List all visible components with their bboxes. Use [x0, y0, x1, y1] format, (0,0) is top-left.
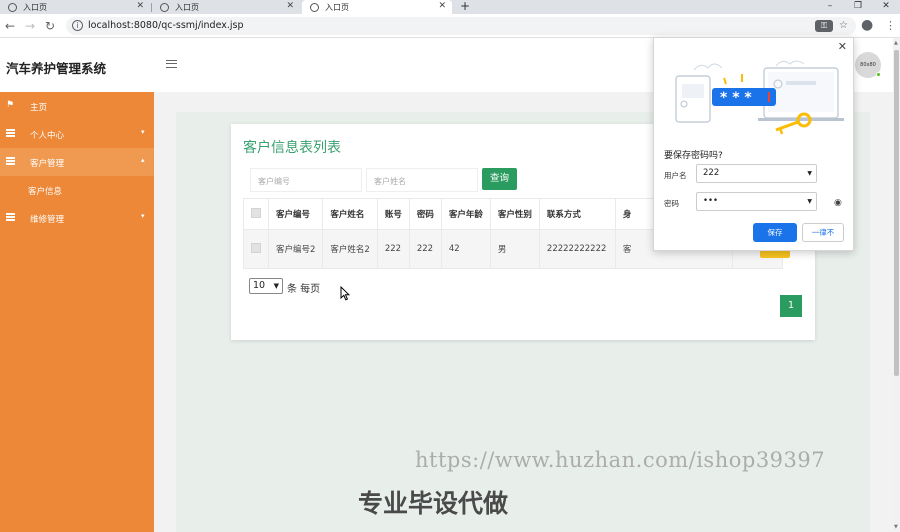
- password-dots: * * *: [720, 90, 752, 106]
- row-checkbox[interactable]: [251, 242, 261, 253]
- sidebar-item-label: 客户管理: [30, 159, 65, 169]
- url-text: localhost:8080/qc-ssmj/index.jsp: [88, 20, 244, 31]
- sidebar-item-label: 个人中心: [30, 131, 65, 141]
- table-cell: 222: [408, 229, 442, 269]
- browser-tab-active[interactable]: 入口页 ✕: [302, 0, 452, 14]
- scrollbar-thumb[interactable]: [894, 50, 899, 376]
- key-icon[interactable]: ⚿: [815, 20, 833, 32]
- chevron-up-icon: ▴: [141, 156, 145, 164]
- row-checkbox-cell[interactable]: [243, 229, 269, 269]
- site-title: 汽车养护管理系统: [6, 61, 107, 76]
- dialog-title: 要保存密码吗?: [664, 151, 723, 161]
- username-value: 222: [703, 168, 720, 178]
- scroll-down-icon[interactable]: ▼: [894, 524, 898, 530]
- browser-tab[interactable]: 入口页 ✕: [0, 0, 150, 14]
- page-size-value: 10: [253, 280, 266, 291]
- table-cell: 22222222222: [538, 229, 616, 269]
- sidebar: ⚑ 主页 个人中心 ▾ 客户管理 ▴ 客户信息 维修管理 ▾: [0, 92, 154, 532]
- browser-toolbar: ← → ↻ i localhost:8080/qc-ssmj/index.jsp…: [0, 14, 900, 38]
- globe-icon: [310, 2, 319, 12]
- address-bar[interactable]: i localhost:8080/qc-ssmj/index.jsp ⚿ ☆: [66, 17, 856, 35]
- page-number-button[interactable]: 1: [780, 295, 802, 317]
- table-cell: 男: [489, 229, 540, 269]
- chevron-down-icon: ▼: [807, 198, 812, 205]
- list-icon: [6, 213, 15, 224]
- column-header: 客户姓名: [322, 198, 378, 230]
- search-button[interactable]: 查询: [482, 168, 517, 190]
- globe-icon: [160, 2, 169, 12]
- chevron-down-icon: ▾: [141, 128, 145, 136]
- globe-icon: [8, 2, 17, 12]
- column-header: 客户性别: [489, 198, 540, 230]
- reload-icon[interactable]: ↻: [45, 18, 55, 34]
- table-cell: 222: [376, 229, 410, 269]
- close-tab-icon[interactable]: ✕: [438, 1, 446, 11]
- maximize-button[interactable]: ❐: [844, 0, 872, 14]
- new-tab-button[interactable]: +: [460, 0, 470, 13]
- profile-icon[interactable]: ●: [861, 17, 873, 33]
- password-field[interactable]: ••• ▼: [696, 192, 817, 211]
- column-header: 联系方式: [538, 198, 616, 230]
- column-header: 账号: [376, 198, 410, 230]
- username-field[interactable]: 222 ▼: [696, 164, 817, 183]
- sidebar-item-maintenance[interactable]: 维修管理 ▾: [0, 204, 154, 232]
- password-value: •••: [703, 196, 719, 206]
- flag-icon: ⚑: [6, 100, 15, 110]
- per-page-label: 条 每页: [287, 284, 321, 295]
- back-icon[interactable]: ←: [5, 18, 15, 34]
- watermark-text: https://www.huzhan.com/ishop39397: [415, 448, 826, 472]
- menu-kebab-icon[interactable]: ⋮: [885, 18, 896, 34]
- sidebar-item-label: 客户信息: [28, 187, 63, 197]
- tab-title: 入口页: [175, 2, 199, 12]
- column-header: 客户年龄: [440, 198, 491, 230]
- password-illustration: * * *: [675, 60, 844, 135]
- chevron-down-icon: ▼: [273, 282, 279, 290]
- close-tab-icon[interactable]: ✕: [286, 1, 294, 11]
- username-label: 用户名: [664, 171, 687, 180]
- table-cell: 客户编号2: [267, 229, 324, 269]
- sidebar-item-customers[interactable]: 客户管理 ▴: [0, 148, 154, 176]
- column-header: 密码: [408, 198, 442, 230]
- browser-tab-bar: 入口页 ✕ 入口页 ✕ 入口页 ✕ + – ❐ ✕: [0, 0, 900, 14]
- action-button[interactable]: [760, 250, 790, 258]
- page-title: 客户信息表列表: [243, 140, 341, 156]
- tab-title: 入口页: [325, 2, 349, 12]
- save-password-button[interactable]: 保存: [753, 223, 797, 242]
- close-window-button[interactable]: ✕: [872, 0, 900, 14]
- star-icon[interactable]: ☆: [839, 20, 848, 31]
- minimize-button[interactable]: –: [816, 0, 844, 14]
- select-all-checkbox-cell[interactable]: [243, 198, 269, 230]
- mouse-cursor-icon: [340, 286, 350, 301]
- scroll-up-icon[interactable]: ▲: [894, 40, 898, 46]
- info-icon[interactable]: i: [72, 20, 83, 31]
- close-tab-icon[interactable]: ✕: [136, 1, 144, 11]
- sidebar-item-home[interactable]: ⚑ 主页: [0, 92, 154, 120]
- browser-tab[interactable]: 入口页 ✕: [152, 0, 300, 14]
- customer-no-search-input[interactable]: 客户编号: [250, 168, 362, 192]
- tab-title: 入口页: [23, 2, 47, 12]
- password-label: 密码: [664, 199, 679, 208]
- list-icon: [6, 157, 15, 168]
- sidebar-item-label: 主页: [30, 103, 48, 113]
- forward-icon[interactable]: →: [25, 18, 35, 34]
- never-save-button[interactable]: 一律不: [802, 223, 844, 242]
- table-cell: 42: [440, 229, 491, 269]
- sidebar-subitem-customer-info[interactable]: 客户信息: [0, 176, 154, 204]
- save-password-dialog: ✕ * * * 要保存密码吗? 用户名 222 ▼ 密码 ••• ▼ ◉ 保存 …: [653, 37, 854, 251]
- hamburger-icon[interactable]: [166, 60, 177, 68]
- customer-name-search-input[interactable]: 客户姓名: [366, 168, 478, 192]
- sidebar-item-profile[interactable]: 个人中心 ▾: [0, 120, 154, 148]
- slogan-text: 专业毕设代做: [358, 489, 509, 518]
- eye-icon[interactable]: ◉: [834, 198, 842, 208]
- page-size-select[interactable]: 10 ▼: [249, 278, 283, 294]
- column-header: 客户编号: [267, 198, 324, 230]
- online-status-dot: [876, 72, 881, 77]
- list-icon: [6, 129, 15, 140]
- select-all-checkbox[interactable]: [251, 207, 261, 218]
- table-cell: 客户姓名2: [322, 229, 378, 269]
- chevron-down-icon: ▼: [807, 170, 812, 177]
- chevron-down-icon: ▾: [141, 212, 145, 220]
- sidebar-item-label: 维修管理: [30, 215, 65, 225]
- page-scrollbar[interactable]: ▲ ▼: [893, 38, 900, 532]
